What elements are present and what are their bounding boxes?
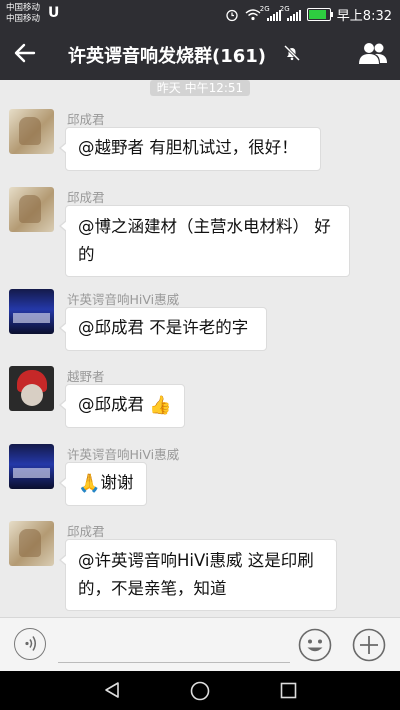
voice-button[interactable] [14,628,46,660]
message-text-line: @博之涵建材（主营水电材料） 好 [78,217,331,236]
wifi-icon [245,9,261,21]
message-bubble[interactable]: @博之涵建材（主营水电材料） 好 的 [59,205,350,277]
status-time: 早上8:32 [336,9,392,24]
chat-title: 许英谔音响发烧群(161) [68,46,267,67]
alarm-icon [226,9,238,21]
signal-icon-2: 2G [280,5,301,21]
message-bubble[interactable]: @越野者 有胆机试过，很好！ [59,127,321,171]
back-arrow-icon[interactable] [12,40,38,66]
carrier-2: 中国移动 [6,14,41,24]
message-text-line: 的 [78,245,95,264]
avatar[interactable] [9,521,54,566]
carrier-1: 中国移动 [6,3,41,13]
message-text: @邱成君 [78,395,150,414]
nav-back-icon[interactable] [103,681,121,699]
thumbs-up-emoji: 👍 [149,394,172,416]
chat-header: 许英谔音响发烧群(161) [0,28,400,80]
battery-icon [306,8,333,21]
sender-name: 邱成君 [67,190,105,205]
carrier-info: 中国移动 中国移动 [6,3,40,25]
status-indicators: 2G 2G 早上8:32 [225,5,392,24]
avatar[interactable] [9,109,54,154]
nav-recent-icon[interactable] [280,682,297,699]
bell-off-icon [283,44,301,62]
voice-icon [25,636,36,651]
praying-hands-emoji: 🙏 [78,472,101,494]
sender-name: 许英谔音响HiVi惠威 [67,292,180,307]
avatar[interactable] [9,187,54,232]
sender-name: 邱成君 [67,524,105,539]
plus-icon[interactable] [352,628,386,662]
message-bubble[interactable]: @邱成君 👍 [59,384,185,428]
message-text: 谢谢 [100,473,134,492]
message-bubble[interactable]: 🙏谢谢 [59,462,147,506]
avatar[interactable] [9,289,54,334]
time-divider: 昨天 中午12:51 [150,80,250,96]
group-members-icon[interactable] [358,40,388,66]
sender-name: 越野者 [67,369,105,384]
nav-home-icon[interactable] [190,681,210,701]
app-notification-icon: U [48,5,60,21]
sender-name: 邱成君 [67,112,105,127]
message-bubble[interactable]: @许英谔音响HiVi惠威 这是印刷 的，不是亲笔，知道 [59,539,337,611]
signal-icon-1: 2G [260,5,281,21]
avatar[interactable] [9,366,54,411]
input-bar [0,617,400,672]
message-input[interactable] [58,630,290,663]
message-text-line: 的，不是亲笔，知道 [78,579,227,598]
emoji-face-icon[interactable] [298,628,332,662]
message-bubble[interactable]: @邱成君 不是许老的字 [59,307,267,351]
avatar[interactable] [9,444,54,489]
message-text: @越野者 有胆机试过，很好！ [78,138,298,157]
sender-name: 许英谔音响HiVi惠威 [67,447,180,462]
navigation-bar [0,671,400,710]
message-text-line: @许英谔音响HiVi惠威 这是印刷 [78,551,314,570]
message-text: @邱成君 不是许老的字 [78,318,249,337]
status-bar: 中国移动 中国移动 U 2G 2G 早上8:32 [0,0,400,28]
